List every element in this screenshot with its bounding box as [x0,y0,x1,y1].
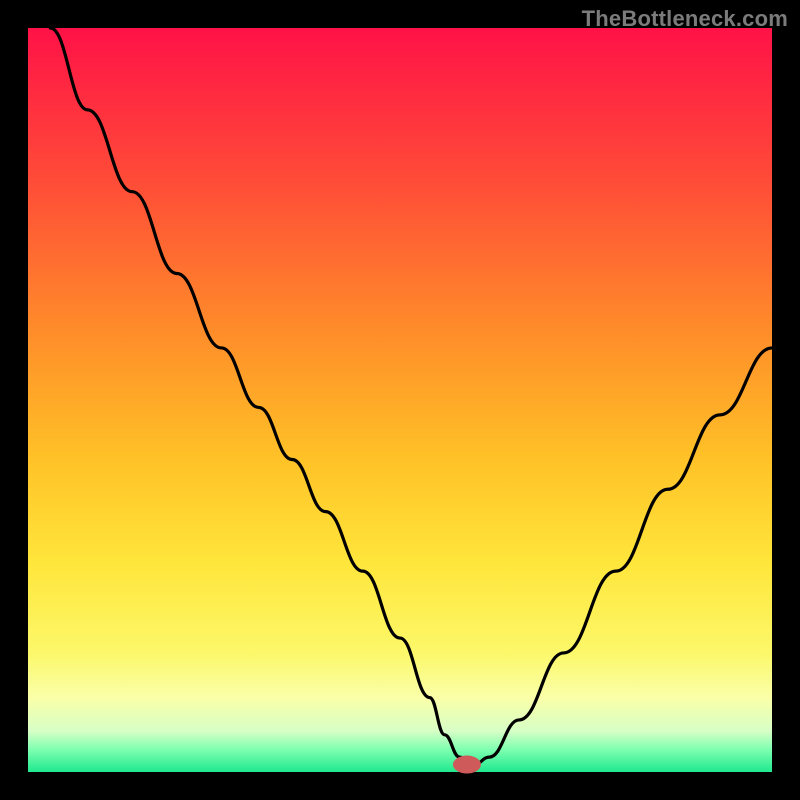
plot-background [28,28,772,772]
min-marker [453,756,481,774]
watermark-text: TheBottleneck.com [582,6,788,32]
chart-frame: TheBottleneck.com [0,0,800,800]
bottleneck-chart [0,0,800,800]
